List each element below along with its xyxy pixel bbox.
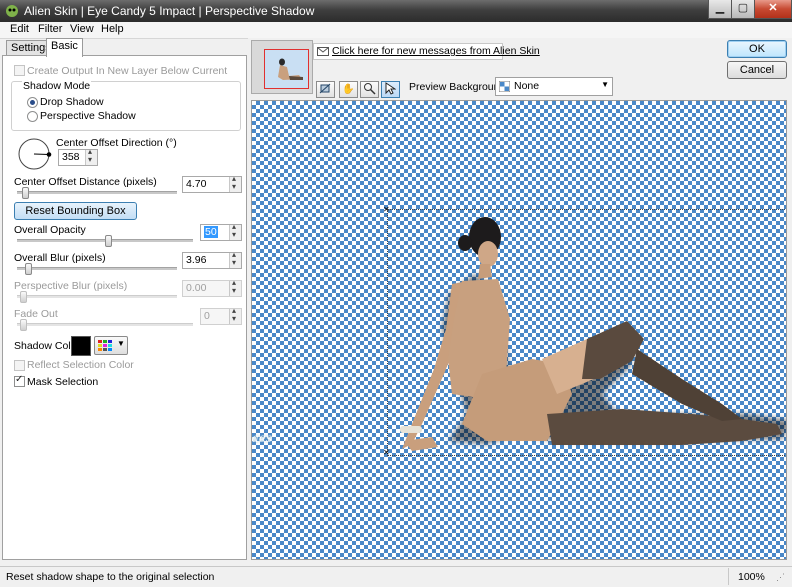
overall-blur-slider[interactable] bbox=[17, 263, 177, 275]
ok-button[interactable]: OK bbox=[727, 40, 787, 58]
menu-bar: Edit Filter View Help bbox=[0, 22, 792, 39]
create-output-checkbox[interactable] bbox=[14, 65, 25, 76]
center-offset-distance-spinner[interactable]: 4.70 bbox=[182, 174, 242, 193]
perspective-shadow-radio[interactable] bbox=[27, 111, 38, 122]
slider-thumb[interactable] bbox=[105, 235, 112, 247]
overall-opacity-value[interactable]: 50 bbox=[204, 226, 218, 238]
basic-settings-panel: Create Output In New Layer Below Current… bbox=[2, 55, 247, 560]
spinner-arrows-icon[interactable] bbox=[229, 278, 241, 296]
perspective-blur-label: Perspective Blur (pixels) bbox=[14, 280, 128, 292]
menu-edit[interactable]: Edit bbox=[10, 23, 29, 35]
alien-skin-app-icon bbox=[6, 5, 18, 17]
drop-shadow-label: Drop Shadow bbox=[40, 96, 104, 108]
perspective-blur-value: 0.00 bbox=[186, 282, 207, 294]
direction-dial[interactable] bbox=[16, 136, 52, 172]
reflect-selection-checkbox[interactable] bbox=[14, 360, 25, 371]
zoom-level: 100% bbox=[738, 571, 765, 583]
arrow-tool-button[interactable] bbox=[381, 81, 400, 98]
menu-view[interactable]: View bbox=[70, 23, 94, 35]
hand-icon: ✋ bbox=[342, 84, 355, 95]
slider-thumb[interactable] bbox=[25, 263, 32, 275]
message-link[interactable]: Click here for new messages from Alien S… bbox=[332, 45, 540, 57]
overall-blur-spinner[interactable]: 3.96 bbox=[182, 250, 242, 269]
shadow-tool-icon bbox=[319, 83, 331, 94]
checker-swatch-icon bbox=[499, 81, 510, 92]
spinner-arrows-icon[interactable] bbox=[85, 147, 97, 165]
palette-grid-icon bbox=[98, 340, 112, 351]
tab-strip: Settings Basic bbox=[0, 38, 250, 57]
center-offset-direction-spinner[interactable]: 358 bbox=[58, 147, 98, 166]
spinner-arrows-icon[interactable] bbox=[229, 250, 241, 268]
window-title: Alien Skin | Eye Candy 5 Impact | Perspe… bbox=[24, 4, 315, 18]
center-offset-distance-label: Center Offset Distance (pixels) bbox=[14, 176, 157, 188]
center-offset-distance-slider[interactable] bbox=[17, 187, 177, 199]
zoom-tool-button[interactable] bbox=[360, 81, 379, 98]
figure-image bbox=[400, 217, 786, 451]
mask-selection-label: Mask Selection bbox=[27, 376, 99, 388]
preview-background-select[interactable]: None ▼ bbox=[495, 77, 613, 96]
envelope-icon bbox=[317, 47, 329, 56]
chevron-down-icon: ▼ bbox=[601, 80, 609, 89]
fade-out-slider[interactable] bbox=[17, 319, 193, 331]
overall-opacity-spinner[interactable]: 50 bbox=[200, 222, 242, 241]
slider-thumb[interactable] bbox=[20, 319, 27, 331]
drop-shadow-radio[interactable] bbox=[27, 97, 38, 108]
center-offset-direction-value: 358 bbox=[62, 151, 80, 163]
overall-opacity-slider[interactable] bbox=[17, 235, 193, 247]
menu-filter[interactable]: Filter bbox=[38, 23, 62, 35]
resize-grip-icon[interactable]: ⋰ bbox=[776, 572, 785, 583]
cancel-button[interactable]: Cancel bbox=[727, 61, 787, 79]
create-output-label: Create Output In New Layer Below Current bbox=[27, 65, 228, 77]
magnifier-icon bbox=[364, 83, 376, 95]
thumbnail-figure-image bbox=[278, 58, 303, 80]
watermark-text: Tube by Neusa Novaes bbox=[251, 431, 272, 445]
shadow-mode-label: Shadow Mode bbox=[22, 80, 92, 92]
preview-background-value: None bbox=[514, 80, 540, 92]
message-banner[interactable]: Click here for new messages from Alien S… bbox=[313, 43, 540, 60]
reset-bounding-box-button[interactable]: Reset Bounding Box bbox=[14, 202, 137, 220]
slider-thumb[interactable] bbox=[20, 291, 27, 303]
overall-opacity-label: Overall Opacity bbox=[14, 224, 86, 236]
spinner-arrows-icon[interactable] bbox=[229, 222, 241, 240]
perspective-blur-slider[interactable] bbox=[17, 291, 177, 303]
center-offset-direction-label: Center Offset Direction (°) bbox=[56, 137, 177, 149]
hand-tool-button[interactable]: ✋ bbox=[339, 81, 358, 98]
preview-background-label: Preview Background: bbox=[409, 81, 509, 93]
close-button[interactable]: ✕ bbox=[754, 0, 792, 19]
spinner-arrows-icon[interactable] bbox=[229, 174, 241, 192]
perspective-shadow-label: Perspective Shadow bbox=[40, 110, 136, 122]
arrow-pointer-icon bbox=[385, 82, 397, 95]
status-divider bbox=[728, 568, 729, 585]
shadow-color-swatch[interactable] bbox=[71, 336, 91, 356]
menu-help[interactable]: Help bbox=[101, 23, 124, 35]
maximize-button[interactable]: ▢ bbox=[731, 0, 755, 19]
mask-selection-checkbox[interactable] bbox=[14, 374, 25, 387]
status-bar: Reset shadow shape to the original selec… bbox=[0, 566, 792, 587]
reflect-selection-label: Reflect Selection Color bbox=[27, 359, 134, 371]
slider-thumb[interactable] bbox=[22, 187, 29, 199]
title-bar: Alien Skin | Eye Candy 5 Impact | Perspe… bbox=[0, 0, 792, 22]
fade-out-spinner[interactable]: 0 bbox=[200, 306, 242, 325]
spinner-arrows-icon[interactable] bbox=[229, 306, 241, 324]
center-offset-distance-value: 4.70 bbox=[186, 178, 207, 190]
fade-out-value: 0 bbox=[204, 310, 210, 322]
tab-basic[interactable]: Basic bbox=[46, 38, 83, 57]
status-text: Reset shadow shape to the original selec… bbox=[6, 571, 215, 583]
navigator-thumbnail[interactable] bbox=[264, 49, 309, 89]
preview-canvas[interactable]: ✕ ✕ Tube by Neusa Novaes bbox=[251, 100, 787, 560]
chevron-down-icon: ▼ bbox=[117, 339, 125, 348]
shadow-tool-button[interactable] bbox=[316, 81, 335, 98]
color-palette-dropdown[interactable]: ▼ bbox=[94, 336, 128, 355]
overall-blur-value: 3.96 bbox=[186, 254, 207, 266]
perspective-blur-spinner[interactable]: 0.00 bbox=[182, 278, 242, 297]
minimize-button[interactable]: ▁ bbox=[708, 0, 732, 19]
